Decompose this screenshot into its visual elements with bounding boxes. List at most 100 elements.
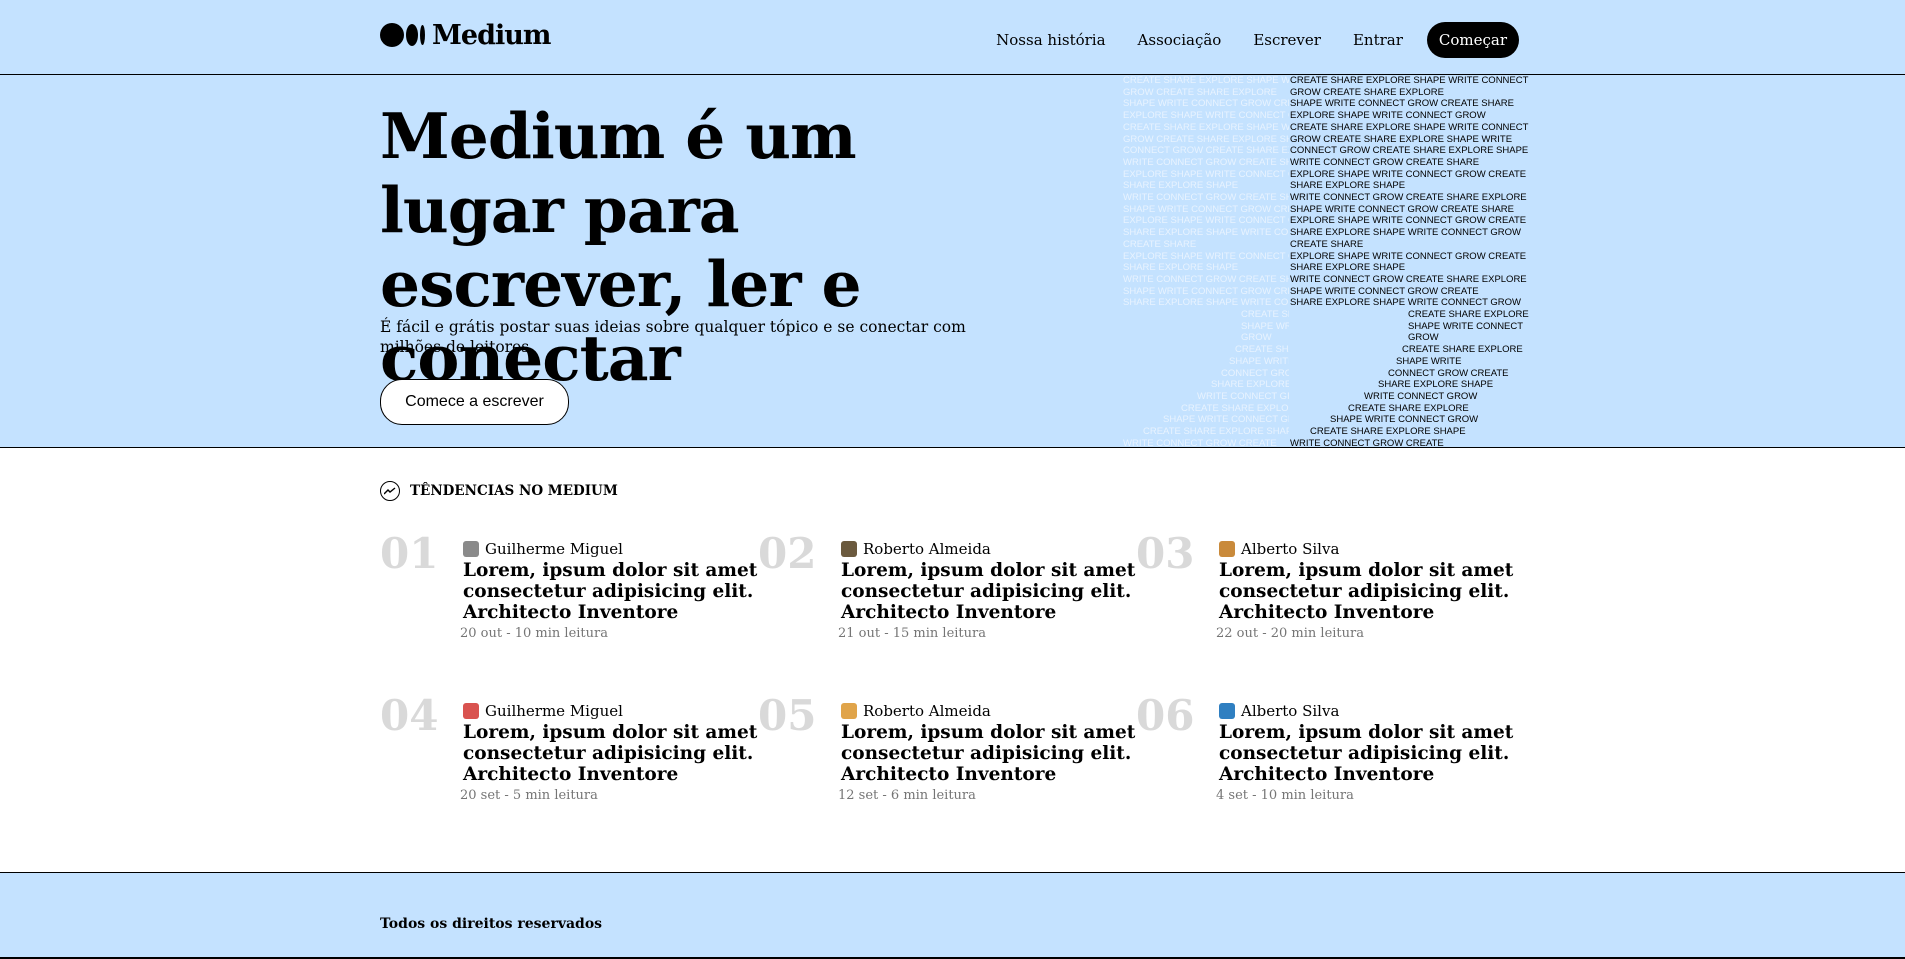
word-art-line: CREATE SHARE	[1290, 238, 1364, 250]
word-art-faint-column: CREATE SHARE EXPLORE SHAPE WRITE CONNECT…	[1123, 75, 1289, 448]
word-art-line: GROW	[1408, 332, 1439, 344]
trending-number: 01	[380, 529, 439, 578]
trending-number: 05	[758, 691, 817, 740]
trending-heading: TÊNDENCIAS NO MEDIUM	[410, 483, 618, 499]
avatar	[841, 541, 857, 557]
word-art-dark-column: CREATE SHARE EXPLORE SHAPE WRITE CONNECT…	[1290, 75, 1529, 447]
word-art-line: CREATE SHARE EXPLORE	[1348, 402, 1469, 414]
word-art-line: SHARE EXPLORE SHAPE	[1123, 180, 1239, 192]
word-art-line: EXPLORE SHAPE WRITE CONNECT GROW CREATE	[1290, 250, 1527, 262]
article-title[interactable]: Lorem, ipsum dolor sit amet consectetur …	[841, 560, 1141, 623]
author-name: Roberto Almeida	[863, 702, 991, 720]
trending-card[interactable]: 03 Alberto Silva Lorem, ipsum dolor sit …	[1136, 530, 1513, 660]
trending-number: 06	[1136, 691, 1195, 740]
word-art-line: CREATE SHARE EXPLORE	[1181, 402, 1289, 414]
nav-nossa-historia[interactable]: Nossa história	[996, 31, 1105, 49]
word-art-line: CONNECT GROW CREATE	[1221, 367, 1289, 379]
article-title[interactable]: Lorem, ipsum dolor sit amet consectetur …	[463, 560, 763, 623]
trending-icon	[380, 481, 400, 501]
word-art-line: WRITE CONNECT GROW	[1364, 390, 1478, 402]
word-art-line: SHAPE WRITE CONNECT GROW CREATE	[1123, 285, 1289, 297]
word-art-line: CREATE SHARE	[1123, 238, 1197, 250]
word-art-line: CONNECT GROW CREATE SHARE EXPLORE SHAPE	[1123, 145, 1289, 157]
author[interactable]: Guilherme Miguel	[463, 702, 623, 720]
trending-card[interactable]: 06 Alberto Silva Lorem, ipsum dolor sit …	[1136, 691, 1513, 822]
trending-card[interactable]: 02 Roberto Almeida Lorem, ipsum dolor si…	[758, 530, 1135, 660]
avatar	[463, 541, 479, 557]
word-art-line: SHARE EXPLORE SHAPE	[1290, 262, 1406, 274]
article-meta: 12 set - 6 min leitura	[838, 788, 976, 803]
nav-entrar[interactable]: Entrar	[1353, 31, 1403, 49]
word-art-line: CREATE SHARE EXPLORE SHAPE WRITE CONNECT	[1123, 121, 1289, 133]
word-art-line: CREATE SHARE EXPLORE	[1241, 309, 1289, 321]
word-art-line: WRITE CONNECT GROW CREATE SHARE EXPLORE	[1290, 192, 1527, 204]
word-art-line: EXPLORE SHAPE WRITE CONNECT GROW CREATE	[1123, 250, 1289, 262]
word-art-line: CREATE SHARE EXPLORE SHAPE WRITE CONNECT	[1123, 75, 1289, 86]
nav-escrever[interactable]: Escrever	[1253, 31, 1321, 49]
medium-logo-icon	[380, 23, 425, 47]
word-art-line: GROW CREATE SHARE EXPLORE SHAPE WRITE	[1123, 133, 1289, 145]
hero-subtitle: É fácil e grátis postar suas ideias sobr…	[380, 318, 966, 356]
hero-section: Medium é um lugar para escrever, ler e c…	[0, 75, 1905, 448]
word-art-line: WRITE CONNECT GROW CREATE SHARE EXPLORE	[1123, 192, 1289, 204]
start-writing-button[interactable]: Comece a escrever	[380, 379, 569, 425]
article-meta: 22 out - 20 min leitura	[1216, 626, 1364, 641]
word-art-line: SHARE EXPLORE SHAPE WRITE CONNECT GROW	[1290, 297, 1522, 309]
word-art-line: WRITE CONNECT GROW CREATE SHARE EXPLORE	[1290, 273, 1527, 285]
word-art-line: SHAPE WRITE CONNECT	[1241, 320, 1289, 332]
nav-associacao[interactable]: Associação	[1138, 31, 1222, 49]
word-art-line: SHARE EXPLORE SHAPE	[1378, 379, 1494, 391]
medium-logo[interactable]: Medium	[380, 18, 551, 52]
author[interactable]: Alberto Silva	[1219, 702, 1339, 720]
article-title[interactable]: Lorem, ipsum dolor sit amet consectetur …	[463, 722, 763, 785]
author[interactable]: Roberto Almeida	[841, 540, 991, 558]
article-title[interactable]: Lorem, ipsum dolor sit amet consectetur …	[1219, 722, 1519, 785]
word-art-line: WRITE CONNECT GROW	[1197, 390, 1289, 402]
word-art-line: WRITE CONNECT GROW CREATE	[1123, 437, 1277, 448]
author[interactable]: Roberto Almeida	[841, 702, 991, 720]
main-nav: Nossa história Associação Escrever Entra…	[964, 22, 1519, 58]
author-name: Alberto Silva	[1241, 540, 1340, 558]
word-art-line: CREATE SHARE EXPLORE SHAPE WRITE CONNECT	[1290, 121, 1529, 133]
word-art-line: EXPLORE SHAPE WRITE CONNECT GROW CREATE	[1290, 215, 1527, 227]
word-art-line: SHAPE WRITE CONNECT GROW CREATE SHARE	[1123, 203, 1289, 215]
word-art-line: EXPLORE SHAPE WRITE CONNECT GROW CREATE	[1123, 215, 1289, 227]
word-art-line: SHAPE WRITE CONNECT	[1408, 320, 1524, 332]
word-art-line: CREATE SHARE EXPLORE	[1402, 344, 1523, 356]
author[interactable]: Alberto Silva	[1219, 540, 1339, 558]
hero-word-art: CREATE SHARE EXPLORE SHAPE WRITE CONNECT…	[1123, 75, 1529, 448]
word-art-line: SHARE EXPLORE SHAPE	[1211, 379, 1289, 391]
word-art-line: SHAPE WRITE CONNECT GROW CREATE SHARE	[1290, 98, 1514, 110]
word-art-line: SHAPE WRITE	[1229, 355, 1289, 367]
word-art-line: SHARE EXPLORE SHAPE	[1123, 262, 1239, 274]
word-art-line: CREATE SHARE EXPLORE	[1408, 309, 1529, 321]
site-header: Medium Nossa história Associação Escreve…	[0, 0, 1905, 75]
trending-card[interactable]: 04 Guilherme Miguel Lorem, ipsum dolor s…	[380, 692, 757, 822]
article-title[interactable]: Lorem, ipsum dolor sit amet consectetur …	[1219, 560, 1519, 623]
word-art-line: SHAPE WRITE CONNECT GROW CREATE SHARE	[1290, 203, 1514, 215]
avatar	[1219, 703, 1235, 719]
word-art-line: CONNECT GROW CREATE SHARE EXPLORE SHAPE	[1290, 145, 1529, 157]
article-meta: 4 set - 10 min leitura	[1216, 788, 1354, 803]
comecar-button[interactable]: Começar	[1426, 22, 1519, 58]
word-art-line: GROW CREATE SHARE EXPLORE	[1290, 86, 1444, 98]
word-art-line: WRITE CONNECT GROW CREATE SHARE	[1290, 156, 1480, 168]
author-name: Roberto Almeida	[863, 540, 991, 558]
article-meta: 20 out - 10 min leitura	[460, 626, 608, 641]
logo-text: Medium	[432, 19, 551, 51]
word-art-line: SHARE EXPLORE SHAPE WRITE CONNECT GROW	[1290, 227, 1522, 239]
author[interactable]: Guilherme Miguel	[463, 540, 623, 558]
word-art-line: CREATE SHARE EXPLORE	[1235, 344, 1289, 356]
trending-card[interactable]: 05 Roberto Almeida Lorem, ipsum dolor si…	[758, 691, 1135, 822]
article-meta: 21 out - 15 min leitura	[838, 626, 986, 641]
word-art-line: SHAPE WRITE CONNECT GROW	[1330, 414, 1479, 426]
article-title[interactable]: Lorem, ipsum dolor sit amet consectetur …	[841, 722, 1141, 785]
word-art-line: EXPLORE SHAPE WRITE CONNECT GROW	[1290, 110, 1486, 122]
word-art-line: CREATE SHARE EXPLORE SHAPE	[1143, 426, 1289, 438]
word-art-line: SHARE EXPLORE SHAPE WRITE CONNECT GROW	[1123, 297, 1289, 309]
avatar	[1219, 541, 1235, 557]
article-meta: 20 set - 5 min leitura	[460, 788, 598, 803]
word-art-line: EXPLORE SHAPE WRITE CONNECT GROW	[1123, 110, 1289, 122]
author-name: Alberto Silva	[1241, 702, 1340, 720]
trending-card[interactable]: 01 Guilherme Miguel Lorem, ipsum dolor s…	[380, 529, 757, 660]
